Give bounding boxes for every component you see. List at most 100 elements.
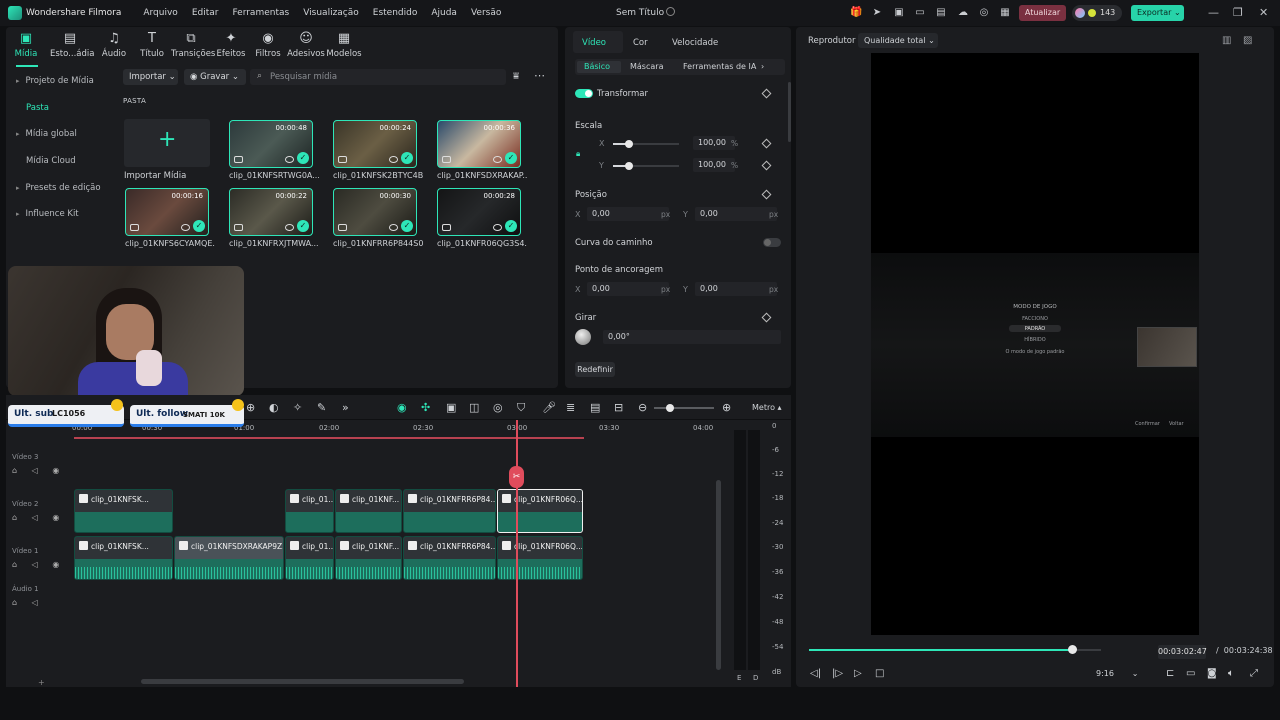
- timeline-clip[interactable]: clip_01...: [285, 489, 334, 533]
- tab-stock[interactable]: ▤ Esto...ádia: [50, 31, 94, 59]
- zoom-slider-knob[interactable]: [666, 404, 674, 412]
- tab-effects[interactable]: ✦ Efeitos: [211, 31, 251, 59]
- scale-y-slider-knob[interactable]: [625, 162, 633, 170]
- scissors-icon[interactable]: ✂: [509, 466, 524, 488]
- timeline-clip[interactable]: clip_01KNFRR6P84...: [403, 489, 496, 533]
- scale-x-slider-knob[interactable]: [625, 140, 633, 148]
- media-box-icon[interactable]: ▤: [935, 7, 947, 18]
- maximize-icon[interactable]: ❐: [1233, 6, 1243, 19]
- keyframe-icon[interactable]: [761, 88, 772, 99]
- fit-icon[interactable]: ⊟: [614, 401, 623, 414]
- transform-toggle[interactable]: [575, 89, 593, 98]
- tab-media[interactable]: ▣ Mídia: [6, 31, 46, 59]
- menu-versao[interactable]: Versão: [471, 8, 501, 18]
- media-clip[interactable]: 00:00:16 ✓: [125, 188, 209, 236]
- gift-icon[interactable]: 🎁: [850, 7, 862, 18]
- timeline-clip[interactable]: clip_01KNFRR6P84...: [403, 536, 496, 580]
- rotate-input[interactable]: 0,00°: [603, 330, 781, 344]
- menu-ferramentas[interactable]: Ferramentas: [232, 8, 289, 18]
- media-clip[interactable]: 00:00:22 ✓: [229, 188, 313, 236]
- split-view-icon[interactable]: ▥: [1222, 35, 1231, 46]
- position-y-input[interactable]: 0,00: [695, 207, 777, 221]
- media-clip[interactable]: 00:00:48 ✓: [229, 120, 313, 168]
- link-lock-icon[interactable]: 🔒︎: [576, 149, 580, 159]
- tab-video[interactable]: Vídeo: [582, 38, 606, 48]
- media-clip[interactable]: 00:00:28 ✓: [437, 188, 521, 236]
- scale-x-input[interactable]: 100,00: [693, 136, 735, 150]
- camera-icon[interactable]: ◙: [1207, 668, 1217, 679]
- sidebar-item-project-media[interactable]: Projeto de Mídia: [16, 76, 94, 86]
- edit-icon[interactable]: ✎: [317, 401, 326, 414]
- ai-icon[interactable]: ✧: [293, 401, 302, 414]
- more-tools-icon[interactable]: »: [342, 401, 349, 414]
- menu-ajuda[interactable]: Ajuda: [431, 8, 457, 18]
- zoom-icon[interactable]: ⊕: [246, 401, 255, 414]
- media-clip[interactable]: 00:00:30 ✓: [333, 188, 417, 236]
- sidebar-item-global-media[interactable]: Mídia global: [16, 129, 77, 139]
- previous-frame-icon[interactable]: ◁|: [810, 668, 821, 679]
- tab-speed[interactable]: Velocidade: [672, 38, 718, 48]
- menu-arquivo[interactable]: Arquivo: [143, 8, 177, 18]
- credits-badge[interactable]: 143: [1072, 5, 1122, 21]
- media-clip[interactable]: 00:00:36 ✓: [437, 120, 521, 168]
- rotate-dial[interactable]: [575, 329, 591, 345]
- scale-y-input[interactable]: 100,00: [693, 158, 735, 172]
- mic-icon[interactable]: 🎤︎: [542, 401, 556, 414]
- import-media-tile[interactable]: +: [124, 119, 210, 167]
- image-icon[interactable]: ▣: [893, 7, 905, 18]
- reset-button[interactable]: Redefinir: [575, 362, 615, 377]
- subtab-mask[interactable]: Máscara: [630, 62, 663, 71]
- playhead[interactable]: [516, 420, 518, 687]
- zoom-in-icon[interactable]: ⊕: [722, 401, 731, 414]
- cloud-status-icon[interactable]: [666, 7, 675, 16]
- sidebar-item-folder[interactable]: Pasta: [26, 103, 49, 113]
- track-controls[interactable]: ⌂ ◁: [12, 598, 72, 607]
- video-preview[interactable]: MODO DE JOGO FACCIONO PADRÃO HÍBRIDO O m…: [871, 53, 1199, 635]
- update-button[interactable]: Atualizar: [1019, 5, 1066, 21]
- zoom-slider[interactable]: [654, 407, 714, 409]
- properties-scrollbar[interactable]: [788, 82, 791, 142]
- menu-editar[interactable]: Editar: [192, 8, 219, 18]
- track-controls[interactable]: ⌂ ◁ ◉: [12, 560, 72, 569]
- subtitle-icon[interactable]: ≣: [566, 401, 575, 414]
- keyframe-icon[interactable]: [761, 138, 772, 149]
- import-dropdown[interactable]: Importar ⌄: [123, 69, 178, 85]
- play-icon[interactable]: ▷: [854, 668, 862, 679]
- play-frame-icon[interactable]: |▷: [832, 668, 843, 679]
- fullscreen-icon[interactable]: ⤢: [1250, 668, 1258, 679]
- timeline-clip[interactable]: clip_01KNFSK...: [74, 536, 173, 580]
- tab-title[interactable]: T Título: [132, 31, 172, 59]
- path-curve-toggle[interactable]: [763, 238, 781, 247]
- render-icon[interactable]: ◫: [469, 401, 479, 414]
- volume-icon[interactable]: 🔈︎: [1228, 668, 1234, 679]
- timeline-clip[interactable]: clip_01KNFSDXRAKAP9Z...: [174, 536, 284, 580]
- anchor-y-input[interactable]: 0,00: [695, 282, 777, 296]
- more-options-icon[interactable]: ⋯: [534, 69, 545, 82]
- keyframe-icon[interactable]: [761, 312, 772, 323]
- record-voice-icon[interactable]: ◎: [493, 401, 503, 414]
- mark-clip-icon[interactable]: ▣: [446, 401, 456, 414]
- stop-icon[interactable]: □: [875, 668, 884, 679]
- timeline-clip[interactable]: clip_01KNFSK...: [74, 489, 173, 533]
- tab-color[interactable]: Cor: [633, 38, 648, 48]
- timeline-clip[interactable]: clip_01KNF...: [335, 489, 402, 533]
- menu-visualizacao[interactable]: Visualização: [303, 8, 359, 18]
- anchor-x-input[interactable]: 0,00: [587, 282, 669, 296]
- send-icon[interactable]: ➤: [871, 7, 883, 18]
- meter-dropdown[interactable]: Metro ▴: [752, 403, 782, 412]
- minimize-icon[interactable]: —: [1208, 6, 1219, 19]
- quality-dropdown[interactable]: Qualidade total ⌄: [858, 33, 938, 48]
- aspect-ratio-dropdown[interactable]: 9:16 ⌄: [1096, 669, 1138, 678]
- subtab-ai-tools[interactable]: Ferramentas de IA: [683, 62, 756, 71]
- playback-scrubber[interactable]: [1067, 645, 1077, 654]
- cloud-icon[interactable]: ☁: [957, 7, 969, 18]
- search-input[interactable]: [270, 70, 490, 84]
- timeline-clip[interactable]: clip_01KNFR06Q...: [497, 536, 583, 580]
- position-x-input[interactable]: 0,00: [587, 207, 669, 221]
- close-icon[interactable]: ✕: [1259, 6, 1268, 19]
- snap-icon[interactable]: ✣: [421, 401, 430, 414]
- timeline-clip-selected[interactable]: clip_01KNFR06Q...: [497, 489, 583, 533]
- track-controls[interactable]: ⌂ ◁ ◉: [12, 513, 72, 522]
- timeline-clip[interactable]: clip_01KNF...: [335, 536, 402, 580]
- tab-stickers[interactable]: ☺ Adesivos: [286, 31, 326, 59]
